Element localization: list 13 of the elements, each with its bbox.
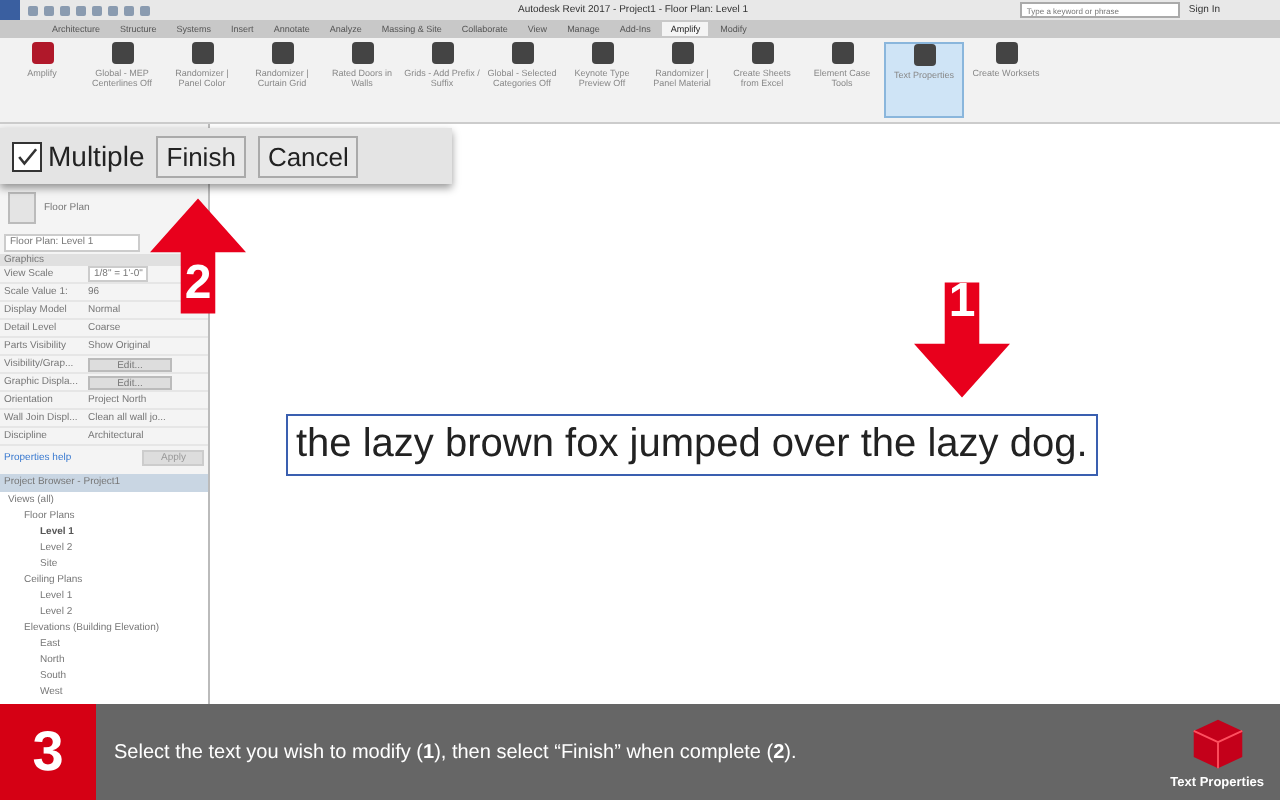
callout-arrow <box>150 196 246 316</box>
app-logo-icon <box>0 0 20 20</box>
option-button[interactable]: Cancel <box>257 135 359 177</box>
selected-text[interactable]: the lazy brown fox jumped over the lazy dog. <box>286 414 1098 476</box>
step-badge: 3 <box>0 704 96 800</box>
callout-arrow <box>914 280 1010 400</box>
step-number: 1 <box>946 274 978 330</box>
cube-logo-icon <box>1189 715 1246 771</box>
checkbox-label: Multiple <box>48 140 145 172</box>
instruction-text: Select the text you wish to modify (1), then select “Finish” when complete (2). <box>114 741 797 763</box>
option-button[interactable]: Finish <box>156 135 246 177</box>
checkbox[interactable] <box>12 141 42 171</box>
floor-plan-icon <box>8 192 36 224</box>
